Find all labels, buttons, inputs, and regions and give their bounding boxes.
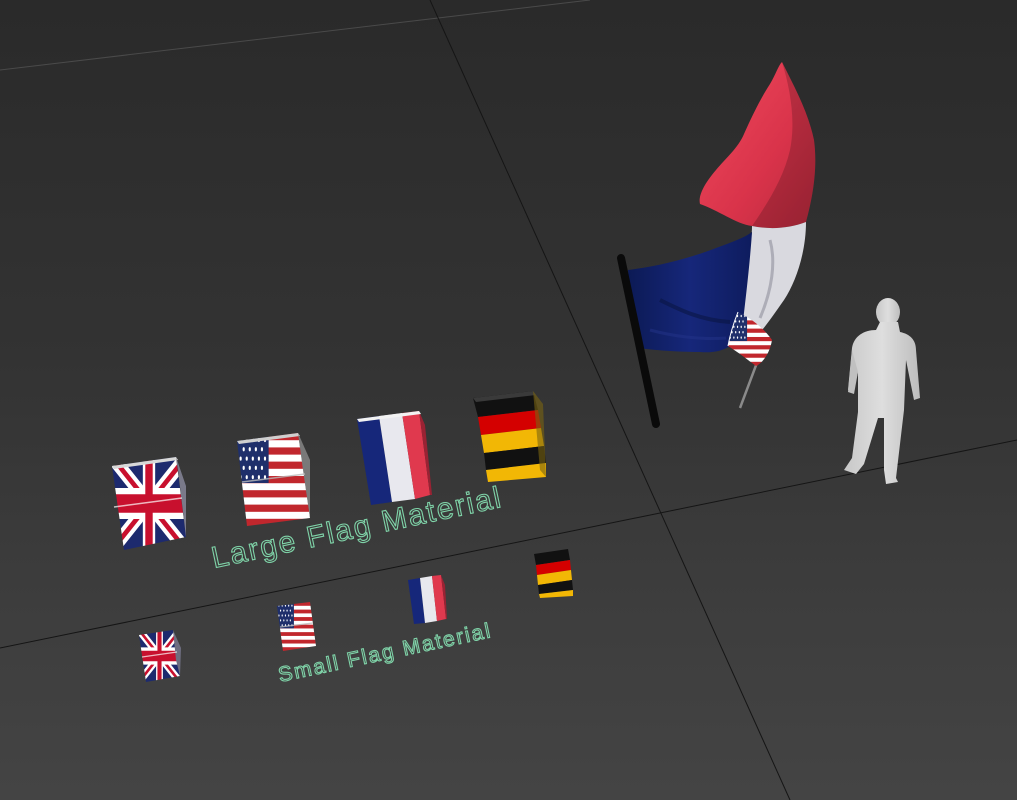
uk-flag-cube-large[interactable] (112, 457, 186, 550)
germany-flag-cube-large[interactable] (473, 391, 546, 482)
viewport-scene[interactable]: Large Flag Material Small Flag Material (0, 0, 1017, 800)
germany-flag-cube-small[interactable] (534, 549, 573, 598)
waving-france-flag[interactable] (617, 62, 816, 428)
france-flag-cube-large[interactable] (357, 411, 432, 505)
3d-viewport[interactable]: Large Flag Material Small Flag Material (0, 0, 1017, 800)
france-flag-cube-small[interactable] (408, 575, 447, 624)
usa-flag-cube-large[interactable] (237, 433, 310, 526)
usa-flag-cube-small[interactable] (277, 602, 316, 651)
usa-flag-pole (738, 359, 760, 409)
uk-flag-cube-small[interactable] (139, 630, 181, 682)
grid-line (0, 0, 591, 71)
waving-usa-flag[interactable] (727, 311, 772, 409)
human-silhouette[interactable] (844, 298, 920, 484)
